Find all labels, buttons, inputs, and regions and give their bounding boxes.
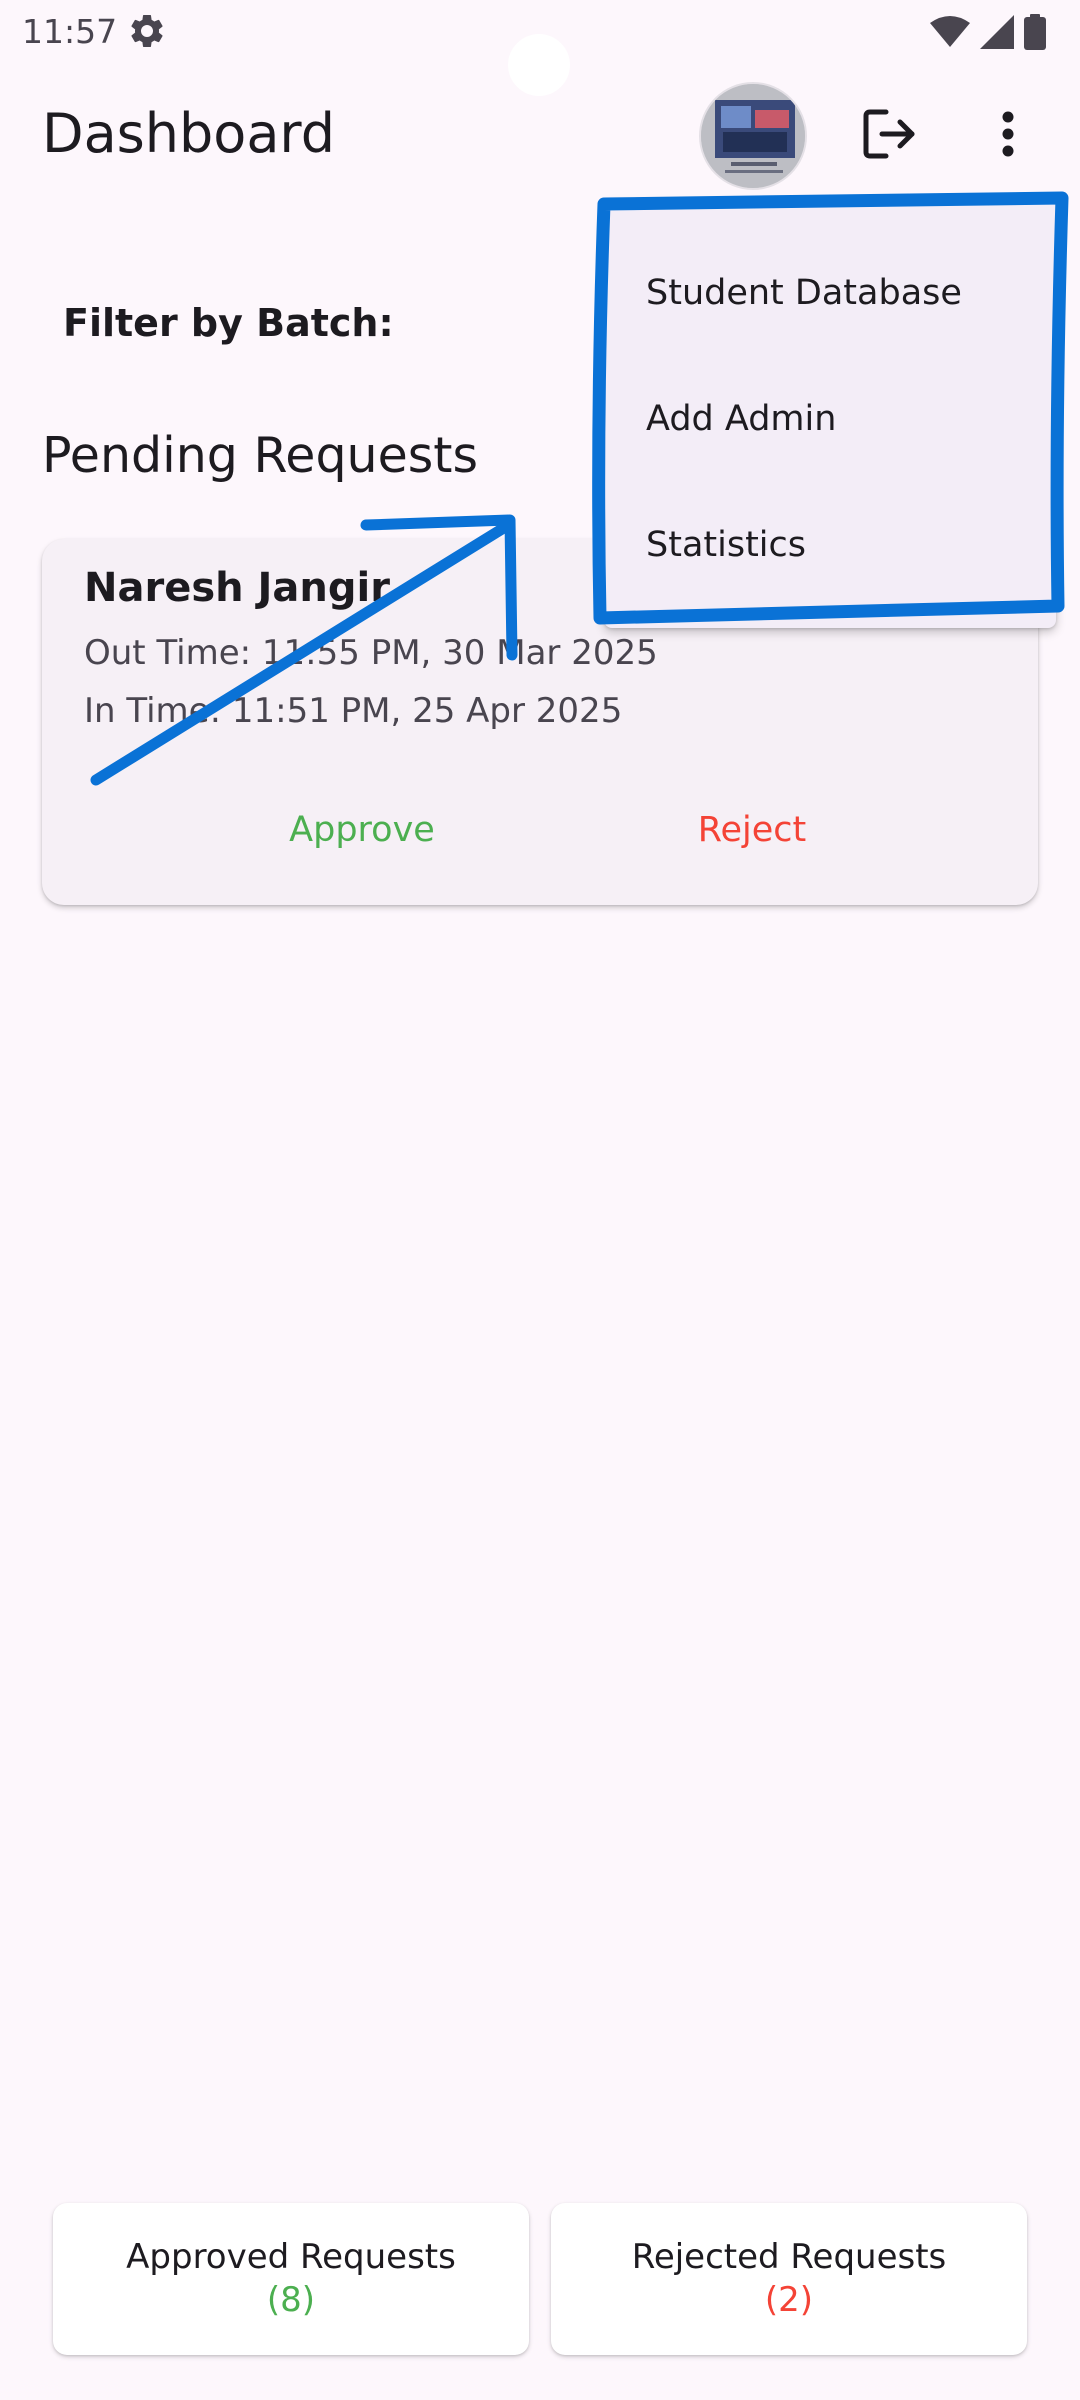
battery-icon [1024,14,1046,50]
out-time-text: Out Time: 11:55 PM, 30 Mar 2025 [84,633,658,673]
page-title: Dashboard [42,102,335,165]
rejected-requests-count: (2) [764,2280,814,2320]
in-time-text: In Time: 11:51 PM, 25 Apr 2025 [84,691,623,731]
approve-button[interactable]: Approve [252,795,472,865]
cellular-signal-icon [980,15,1014,49]
menu-item-statistics[interactable]: Statistics [604,482,1056,608]
approved-requests-label: Approved Requests [126,2237,456,2277]
menu-item-student-database[interactable]: Student Database [604,230,1056,356]
profile-photo-image [701,84,805,188]
status-icons [930,14,1046,50]
more-options-button[interactable] [986,100,1030,168]
rejected-requests-label: Rejected Requests [631,2237,947,2277]
filter-by-batch-label: Filter by Batch: [63,301,394,345]
pending-requests-title: Pending Requests [42,427,479,484]
settings-gear-icon [131,14,163,47]
reject-button[interactable]: Reject [642,795,862,865]
logout-button[interactable] [856,100,924,168]
app-bar: Dashboard [0,64,1080,204]
wifi-icon [930,16,970,47]
more-vert-icon [1002,111,1014,157]
avatar[interactable] [701,84,805,188]
approved-requests-count: (8) [266,2280,316,2320]
status-time: 11:57 [22,12,118,51]
overflow-menu: Student Database Add Admin Statistics [604,200,1056,628]
rejected-requests-card[interactable]: Rejected Requests (2) [551,2203,1027,2355]
student-name: Naresh Jangir [84,565,390,611]
dashboard-screen: 11:57 Dashboard Filter by Batch: Pending… [0,0,1080,2400]
menu-item-add-admin[interactable]: Add Admin [604,356,1056,482]
logout-icon [863,109,915,159]
approved-requests-card[interactable]: Approved Requests (8) [53,2203,529,2355]
